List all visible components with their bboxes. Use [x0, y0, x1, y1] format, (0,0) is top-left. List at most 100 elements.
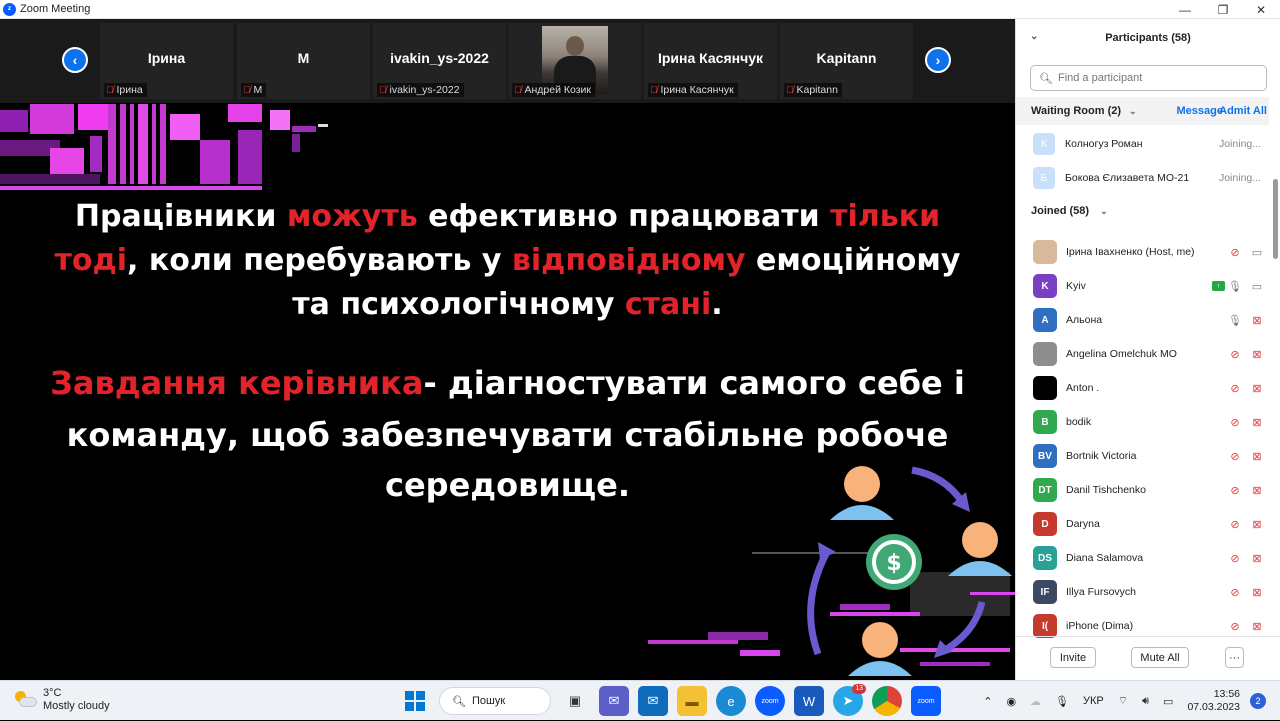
find-participant-input[interactable]: 🔍︎ Find a participant — [1030, 65, 1267, 91]
tile-label: Ірина — [116, 84, 143, 96]
participant-name: bodik — [1066, 416, 1092, 428]
participant-row[interactable]: K Kyiv ↑ 🎙︎ ▭ — [1016, 269, 1269, 303]
weather-widget[interactable]: 3°C Mostly cloudy — [15, 687, 110, 713]
mic-muted-icon[interactable]: ⊘ — [1227, 482, 1243, 498]
microphone-icon[interactable]: 🎙︎ — [1055, 695, 1069, 708]
video-off-icon[interactable]: ⊠ — [1249, 550, 1265, 566]
microphone-icon[interactable]: 🎙︎ — [1227, 312, 1243, 328]
edge-browser-icon[interactable]: e — [716, 686, 746, 716]
participant-row[interactable]: А Альона 🎙︎ ⊠ — [1016, 303, 1269, 337]
wifi-icon[interactable]: ⌔ — [1118, 694, 1128, 708]
participant-row[interactable]: DT Danil Tishchenko ⊘ ⊠ — [1016, 473, 1269, 507]
mic-muted-icon[interactable]: ⊘ — [1227, 584, 1243, 600]
video-tile[interactable]: ivakin_ys-2022 🎙̸ ivakin_ys-2022 — [373, 23, 506, 99]
task-view-icon[interactable]: ▣ — [560, 686, 590, 716]
mic-muted-icon[interactable]: ⊘ — [1227, 380, 1243, 396]
participant-name: Angelina Omelchuk MO — [1066, 348, 1177, 360]
participant-row[interactable]: DS Diana Salamova ⊘ ⊠ — [1016, 541, 1269, 575]
search-icon: 🔍︎ — [452, 695, 466, 708]
mic-muted-icon[interactable]: ⊘ — [1227, 244, 1243, 260]
video-off-icon[interactable]: ⊠ — [1249, 584, 1265, 600]
search-placeholder: Find a participant — [1057, 72, 1143, 84]
waiting-room-header[interactable]: Waiting Room (2) ⌄ Message Admit All — [1016, 97, 1269, 125]
video-off-icon[interactable]: ⊠ — [1249, 380, 1265, 396]
zoom-logo-icon: z — [3, 2, 16, 16]
video-off-icon[interactable]: ⊠ — [1249, 448, 1265, 464]
mute-all-button[interactable]: Mute All — [1131, 647, 1189, 668]
slide-text-line: Працівники можуть ефективно працювати ті… — [74, 199, 941, 234]
avatar — [1033, 376, 1057, 400]
mic-muted-icon: 🎙̸ — [650, 84, 658, 96]
clock[interactable]: 13:56 07.03.2023 — [1187, 688, 1240, 714]
admit-all-button[interactable]: Admit All — [1219, 105, 1267, 117]
volume-icon[interactable]: 🔊︎ — [1142, 695, 1149, 708]
windows-start-icon[interactable] — [400, 686, 430, 716]
video-off-icon[interactable]: ⊠ — [1249, 414, 1265, 430]
video-tile[interactable]: M 🎙̸ M — [237, 23, 370, 99]
language-indicator[interactable]: УКР — [1083, 695, 1104, 707]
participant-row[interactable]: IF Illya Fursovych ⊘ ⊠ — [1016, 575, 1269, 609]
video-off-icon[interactable]: ⊠ — [1249, 312, 1265, 328]
participant-row[interactable]: Anton . ⊘ ⊠ — [1016, 371, 1269, 405]
file-explorer-icon[interactable]: ▬ — [677, 686, 707, 716]
microphone-icon[interactable]: 🎙︎ — [1227, 278, 1243, 294]
participant-row[interactable]: Angelina Omelchuk MO ⊘ ⊠ — [1016, 337, 1269, 371]
battery-icon[interactable]: ▭ — [1163, 695, 1173, 708]
close-button[interactable]: ✕ — [1242, 0, 1280, 19]
video-icon[interactable]: ▭ — [1249, 244, 1265, 260]
video-icon[interactable]: ▭ — [1249, 278, 1265, 294]
video-tile[interactable]: 🎙̸ Андрей Козик — [508, 23, 641, 99]
avatar: BV — [1033, 444, 1057, 468]
participant-row[interactable]: BV Bortnik Victoria ⊘ ⊠ — [1016, 439, 1269, 473]
telegram-icon[interactable]: ➤ 13 — [833, 684, 866, 716]
more-options-button[interactable]: ··· — [1225, 647, 1244, 668]
previous-page-button[interactable]: ‹ — [62, 47, 88, 73]
weather-description: Mostly cloudy — [43, 700, 110, 712]
taskbar-search-box[interactable]: 🔍︎ Пошук — [439, 687, 551, 715]
minimize-button[interactable]: — — [1166, 0, 1204, 19]
participant-row[interactable]: Ірина Івахненко (Host, me) ⊘ ▭ — [1016, 235, 1269, 269]
word-icon[interactable]: W — [794, 686, 824, 716]
video-off-icon[interactable]: ⊠ — [1249, 516, 1265, 532]
avatar: Б — [1033, 167, 1055, 189]
waiting-room-item[interactable]: К Колногуз Роман Joining... — [1016, 127, 1269, 161]
joined-header[interactable]: Joined (58) ⌄ — [1031, 205, 1108, 217]
collapse-panel-icon[interactable]: ⌄ — [1030, 31, 1038, 42]
notification-badge[interactable]: 2 — [1250, 693, 1266, 709]
participants-scrollbar[interactable] — [1273, 169, 1278, 659]
chrome-icon[interactable] — [872, 686, 902, 716]
mic-muted-icon[interactable]: ⊘ — [1227, 448, 1243, 464]
video-tile[interactable]: Ірина 🎙̸ Ірина — [100, 23, 233, 99]
participant-row[interactable]: Bbodik ⊘ ⊠ — [1016, 405, 1269, 439]
next-page-button[interactable]: › — [925, 47, 951, 73]
joined-label: Joined (58) — [1031, 205, 1090, 217]
invite-button[interactable]: Invite — [1050, 647, 1096, 668]
telegram-badge: 13 — [852, 684, 866, 694]
video-off-icon[interactable]: ⊠ — [1249, 346, 1265, 362]
mic-muted-icon[interactable]: ⊘ — [1227, 414, 1243, 430]
title-bar: z Zoom Meeting — ❐ ✕ — [0, 0, 1280, 19]
waiting-room-item[interactable]: Б Бокова Єлизавета МО-21 Joining... — [1016, 161, 1269, 195]
video-tile[interactable]: Kapitann 🎙̸ Kapitann — [780, 23, 913, 99]
video-off-icon[interactable]: ⊠ — [1249, 482, 1265, 498]
security-icon[interactable]: ◉ — [1006, 695, 1016, 708]
message-button[interactable]: Message — [1177, 105, 1223, 117]
teams-chat-icon[interactable]: ✉ — [599, 686, 629, 716]
video-off-icon[interactable]: ⊠ — [1249, 618, 1265, 634]
mail-icon[interactable]: ✉ — [638, 686, 668, 716]
zoom-meeting-icon[interactable]: zoom — [911, 686, 941, 716]
mic-muted-icon[interactable]: ⊘ — [1227, 550, 1243, 566]
mic-muted-icon[interactable]: ⊘ — [1227, 516, 1243, 532]
participant-row[interactable]: D Daryna ⊘ ⊠ — [1016, 507, 1269, 541]
mic-muted-icon: 🎙̸ — [379, 84, 387, 96]
mic-muted-icon[interactable]: ⊘ — [1227, 346, 1243, 362]
tile-label: Андрей Козик — [524, 84, 592, 96]
show-hidden-icons-icon[interactable]: ⌃ — [983, 695, 992, 708]
participant-name: Kyiv — [1066, 280, 1086, 292]
video-tile[interactable]: Ірина Касянчук 🎙̸ Ірина Касянчук — [644, 23, 777, 99]
maximize-button[interactable]: ❐ — [1204, 0, 1242, 19]
avatar: I( — [1033, 614, 1057, 638]
cloud-icon[interactable]: ☁ — [1030, 695, 1041, 708]
mic-muted-icon[interactable]: ⊘ — [1227, 618, 1243, 634]
zoom-app-icon[interactable]: zoom — [755, 686, 785, 716]
